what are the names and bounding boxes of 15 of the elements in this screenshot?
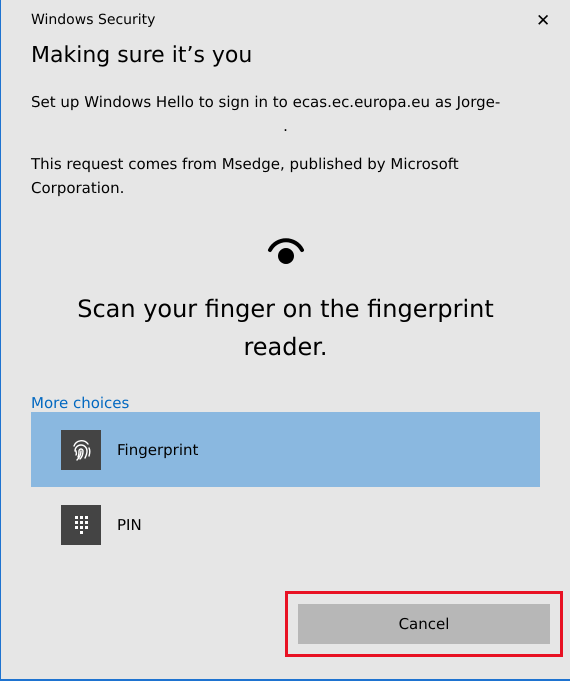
dialog-heading: Making sure it’s you bbox=[31, 43, 254, 68]
option-label: PIN bbox=[117, 516, 142, 534]
cancel-button[interactable]: Cancel bbox=[298, 604, 550, 644]
source-text: This request comes from Msedge, published by Microsoft Corporation. bbox=[31, 154, 460, 199]
sign-in-option[interactable]: PIN bbox=[31, 487, 540, 562]
more-choices-link[interactable]: More choices bbox=[31, 394, 130, 412]
fingerprint-icon bbox=[61, 430, 101, 470]
message-text: . bbox=[282, 116, 289, 137]
close-button[interactable]: ✕ bbox=[526, 10, 550, 30]
keypad-icon bbox=[61, 504, 101, 544]
instruction-text: Scan your finger on the fingerprint reader. bbox=[76, 294, 495, 363]
window-title: Windows Security bbox=[31, 12, 156, 28]
sign-in-option[interactable]: Fingerprint bbox=[31, 412, 540, 487]
message-text: Set up Windows Hello to sign in to ecas.ec.europa.eu as Jorge- bbox=[31, 92, 502, 113]
option-label: Fingerprint bbox=[117, 440, 198, 458]
